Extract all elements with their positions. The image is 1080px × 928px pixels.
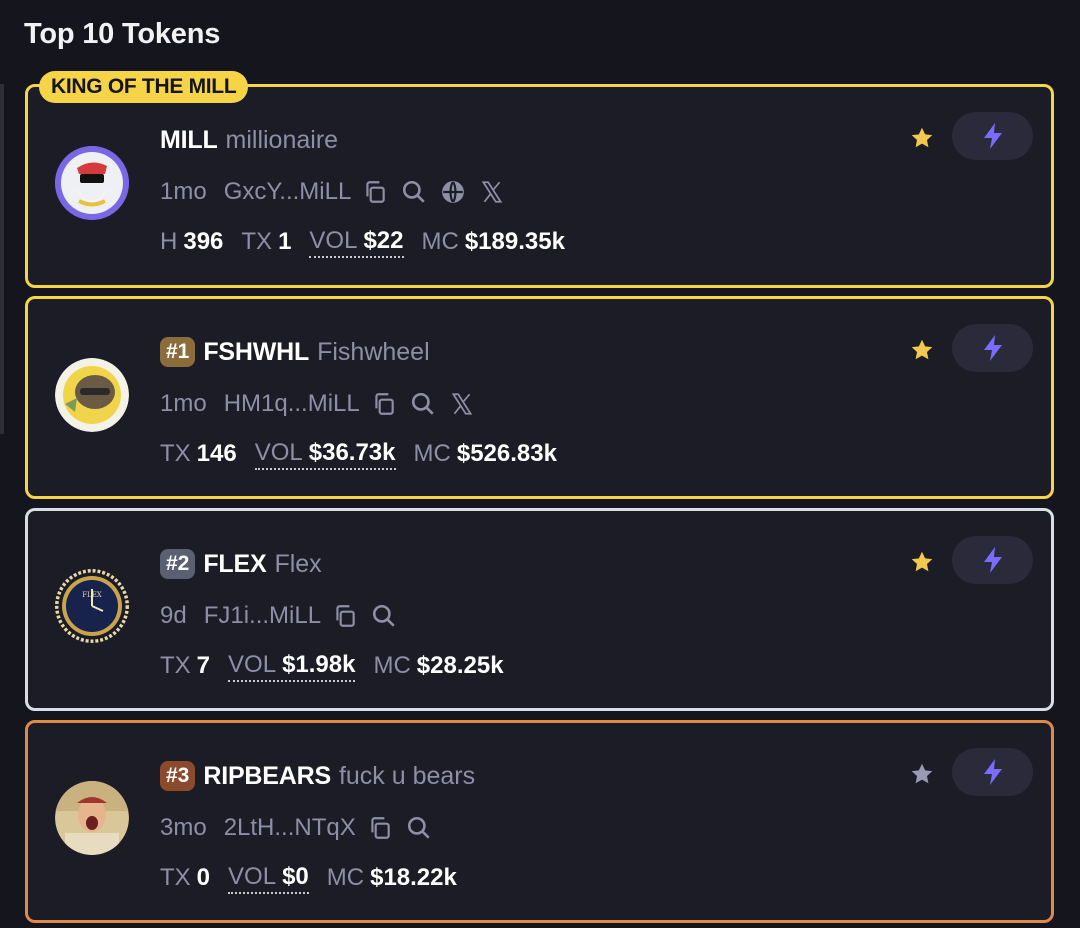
copy-icon[interactable] bbox=[364, 812, 396, 844]
token-name: Flex bbox=[274, 549, 322, 578]
token-age: 1mo bbox=[160, 178, 207, 205]
holders-label: H bbox=[160, 228, 178, 255]
token-name: millionaire bbox=[225, 125, 339, 154]
star-icon[interactable] bbox=[905, 333, 939, 367]
tx-value: 146 bbox=[196, 440, 237, 467]
volume-value: $22 bbox=[363, 226, 404, 254]
token-card-fshwhl[interactable]: #1 FSHWHL Fishwheel 1mo HM1q...MiLL TX 1… bbox=[25, 296, 1054, 499]
globe-icon[interactable] bbox=[437, 176, 469, 208]
token-meta-row: 1mo GxcY...MiLL bbox=[160, 175, 515, 209]
quick-buy-button[interactable] bbox=[952, 112, 1033, 160]
lightning-icon bbox=[983, 759, 1002, 785]
token-address: GxcY...MiLL bbox=[223, 178, 352, 205]
star-icon[interactable] bbox=[905, 757, 939, 791]
rank-badge: #1 bbox=[160, 337, 196, 367]
marketcap-label: MC bbox=[373, 652, 411, 679]
token-stats-row: H 396 TX 1 VOL $22 MC $189.35k bbox=[160, 225, 583, 259]
token-meta-row: 3mo 2LtH...NTqX bbox=[160, 811, 442, 845]
token-name: fuck u bears bbox=[338, 761, 476, 790]
scroll-rail[interactable] bbox=[0, 84, 4, 434]
token-age: 3mo bbox=[160, 814, 207, 841]
marketcap-label: MC bbox=[421, 228, 459, 255]
token-stats-row: TX 0 VOL $0 MC $18.22k bbox=[160, 861, 475, 895]
tx-value: 1 bbox=[278, 228, 292, 255]
token-title-row: #3 RIPBEARS fuck u bears bbox=[160, 759, 475, 793]
tx-value: 0 bbox=[196, 864, 211, 891]
rank-badge: #2 bbox=[160, 549, 196, 579]
volume-tooltip[interactable]: VOL $36.73k bbox=[254, 438, 396, 470]
token-card-mill[interactable]: MILL millionaire 1mo GxcY...MiLL H 396 T… bbox=[25, 84, 1054, 288]
marketcap-value: $526.83k bbox=[456, 440, 557, 467]
tx-label: TX bbox=[160, 864, 191, 891]
token-address: FJ1i...MiLL bbox=[203, 602, 322, 629]
tx-label: TX bbox=[241, 228, 273, 255]
x-icon[interactable] bbox=[446, 388, 478, 420]
token-title-row: #2 FLEX Flex bbox=[160, 547, 322, 581]
lightning-icon bbox=[983, 123, 1002, 149]
volume-tooltip[interactable]: VOL $22 bbox=[309, 226, 404, 258]
token-age: 9d bbox=[160, 602, 187, 629]
search-icon[interactable] bbox=[368, 600, 400, 632]
token-ticker[interactable]: RIPBEARS bbox=[203, 762, 331, 791]
token-stats-row: TX 7 VOL $1.98k MC $28.25k bbox=[160, 649, 522, 683]
token-avatar bbox=[55, 146, 129, 220]
token-avatar bbox=[55, 358, 129, 432]
copy-icon[interactable] bbox=[329, 600, 361, 632]
search-icon[interactable] bbox=[398, 176, 430, 208]
token-ticker[interactable]: FSHWHL bbox=[203, 338, 309, 367]
marketcap-value: $18.22k bbox=[370, 864, 457, 891]
quick-buy-button[interactable] bbox=[952, 536, 1033, 584]
token-meta-row: 9d FJ1i...MiLL bbox=[160, 599, 407, 633]
quick-buy-button[interactable] bbox=[952, 324, 1033, 372]
token-ticker[interactable]: FLEX bbox=[203, 550, 266, 579]
star-icon[interactable] bbox=[905, 121, 939, 155]
tx-label: TX bbox=[160, 440, 191, 467]
quick-buy-button[interactable] bbox=[952, 748, 1033, 796]
marketcap-label: MC bbox=[326, 864, 365, 891]
volume-label: VOL bbox=[309, 226, 358, 254]
rank-badge: #3 bbox=[160, 761, 196, 791]
token-address: HM1q...MiLL bbox=[223, 390, 360, 417]
volume-value: $36.73k bbox=[308, 438, 396, 466]
volume-tooltip[interactable]: VOL $1.98k bbox=[228, 650, 356, 682]
copy-icon[interactable] bbox=[359, 176, 391, 208]
volume-tooltip[interactable]: VOL $0 bbox=[228, 863, 309, 894]
volume-value: $0 bbox=[282, 862, 309, 890]
volume-label: VOL bbox=[228, 862, 277, 890]
star-icon[interactable] bbox=[905, 545, 939, 579]
token-stats-row: TX 146 VOL $36.73k MC $526.83k bbox=[160, 437, 575, 471]
copy-icon[interactable] bbox=[368, 388, 400, 420]
king-of-the-mill-badge: KING OF THE MILL bbox=[39, 71, 249, 103]
marketcap-label: MC bbox=[413, 440, 451, 467]
token-meta-row: 1mo HM1q...MiLL bbox=[160, 387, 485, 421]
lightning-icon bbox=[983, 335, 1002, 361]
token-ticker[interactable]: MILL bbox=[160, 126, 218, 155]
token-title-row: #1 FSHWHL Fishwheel bbox=[160, 335, 430, 369]
token-title-row: MILL millionaire bbox=[160, 123, 338, 157]
volume-value: $1.98k bbox=[282, 650, 356, 678]
token-card-ripbears[interactable]: #3 RIPBEARS fuck u bears 3mo 2LtH...NTqX… bbox=[25, 720, 1054, 923]
marketcap-value: $28.25k bbox=[416, 652, 504, 679]
token-age: 1mo bbox=[160, 390, 207, 417]
search-icon[interactable] bbox=[403, 812, 435, 844]
tx-value: 7 bbox=[196, 652, 211, 679]
token-name: Fishwheel bbox=[317, 337, 430, 366]
lightning-icon bbox=[983, 547, 1002, 573]
holders-value: 396 bbox=[183, 228, 224, 255]
volume-label: VOL bbox=[228, 650, 277, 678]
token-card-flex[interactable]: FLEX #2 FLEX Flex 9d FJ1i...MiLL TX 7 VO… bbox=[25, 508, 1054, 711]
page-title: Top 10 Tokens bbox=[24, 18, 221, 50]
x-icon[interactable] bbox=[476, 176, 508, 208]
search-icon[interactable] bbox=[407, 388, 439, 420]
token-address: 2LtH...NTqX bbox=[223, 814, 356, 841]
volume-label: VOL bbox=[254, 438, 303, 466]
tx-label: TX bbox=[160, 652, 191, 679]
marketcap-value: $189.35k bbox=[464, 228, 565, 255]
token-avatar: FLEX bbox=[55, 569, 129, 643]
token-avatar bbox=[55, 781, 129, 855]
